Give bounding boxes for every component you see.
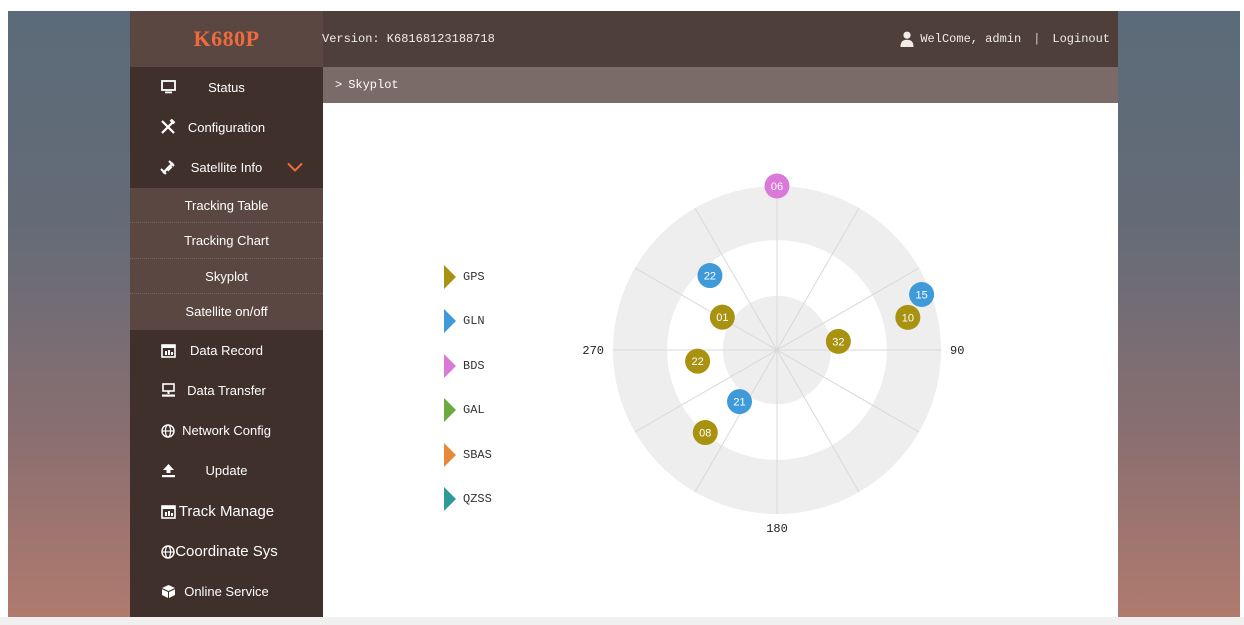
skyplot-panel: GPS GLN BDS GAL SBAS QZSS 90 180 270 06 22 01 15 10 3… xyxy=(323,103,1118,617)
sidebar-item-data-record[interactable]: Data Record xyxy=(130,330,323,370)
user-area: WelCome, admin | Loginout xyxy=(900,11,1110,67)
sidebar-item-satellite-info[interactable]: Satellite Info xyxy=(130,148,323,188)
sidebar-item-data-transfer[interactable]: Data Transfer xyxy=(130,370,323,410)
bottom-scrollbar[interactable] xyxy=(0,617,1244,625)
skyplot-chart: 90 180 270 06 22 01 1510 32 22 21 08 xyxy=(582,173,964,536)
breadcrumb-label: Skyplot xyxy=(348,78,399,92)
satellite-prn-label: 15 xyxy=(915,289,927,301)
satellite-info-submenu: Tracking Table Tracking Chart Skyplot Sa… xyxy=(130,187,323,330)
azimuth-label-west: 270 xyxy=(582,344,604,358)
breadcrumb: > Skyplot xyxy=(323,67,1118,103)
submenu-item-skyplot[interactable]: Skyplot xyxy=(130,259,323,295)
satellite-prn-label: 21 xyxy=(733,397,745,409)
breadcrumb-arrow-icon: > xyxy=(335,78,343,92)
top-header: K680P Version: K68168123188718 WelCome, … xyxy=(130,11,1118,67)
sidebar-item-label: Coordinate Sys xyxy=(175,543,278,561)
header-separator: | xyxy=(1033,32,1041,46)
sidebar-item-configuration[interactable]: Configuration xyxy=(130,107,323,147)
sidebar-item-track-manage[interactable]: Track Manage xyxy=(130,491,323,531)
welcome-text: WelCome, admin xyxy=(920,32,1022,46)
sidebar-item-label: Configuration xyxy=(187,119,266,135)
azimuth-label-south: 180 xyxy=(766,522,788,536)
sidebar-item-label: Status xyxy=(208,79,245,95)
sidebar-item-status[interactable]: Status xyxy=(130,67,323,107)
brand-logo: K680P xyxy=(130,11,323,67)
logout-link[interactable]: Loginout xyxy=(1052,32,1110,46)
sidebar-item-label: Data Transfer xyxy=(187,382,266,398)
sidebar-item-label: Update xyxy=(205,463,248,479)
submenu-item-satellite-onoff[interactable]: Satellite on/off xyxy=(130,294,323,330)
chevron-down-icon xyxy=(287,160,303,175)
version-text: Version: K68168123188718 xyxy=(322,32,495,46)
sidebar-item-label: Track Manage xyxy=(178,502,275,520)
sidebar-item-coordinate-sys[interactable]: Coordinate Sys xyxy=(130,531,323,571)
satellite-prn-label: 22 xyxy=(691,356,703,368)
user-icon xyxy=(900,31,914,47)
sidebar-item-online-service[interactable]: Online Service xyxy=(130,572,323,612)
satellite-prn-label: 32 xyxy=(832,336,844,348)
sidebar-item-label: Data Record xyxy=(190,342,263,358)
satellite-prn-label: 01 xyxy=(716,312,728,324)
sidebar-item-update[interactable]: Update xyxy=(130,451,323,491)
sidebar-item-network-config[interactable]: Network Config xyxy=(130,410,323,450)
sidebar-item-label: Online Service xyxy=(184,584,269,600)
satellite-prn-label: 10 xyxy=(902,312,914,324)
satellite-prn-label: 22 xyxy=(704,271,716,283)
satellite-prn-label: 08 xyxy=(699,428,711,440)
submenu-item-tracking-table[interactable]: Tracking Table xyxy=(130,188,323,224)
sidebar: Status Configuration Satellite Info Trac… xyxy=(130,67,323,617)
satellite-prn-label: 06 xyxy=(771,181,783,193)
azimuth-label-east: 90 xyxy=(950,344,964,358)
sidebar-item-label: Network Config xyxy=(182,423,271,439)
submenu-item-tracking-chart[interactable]: Tracking Chart xyxy=(130,223,323,259)
app-window: K680P Version: K68168123188718 WelCome, … xyxy=(130,11,1118,617)
